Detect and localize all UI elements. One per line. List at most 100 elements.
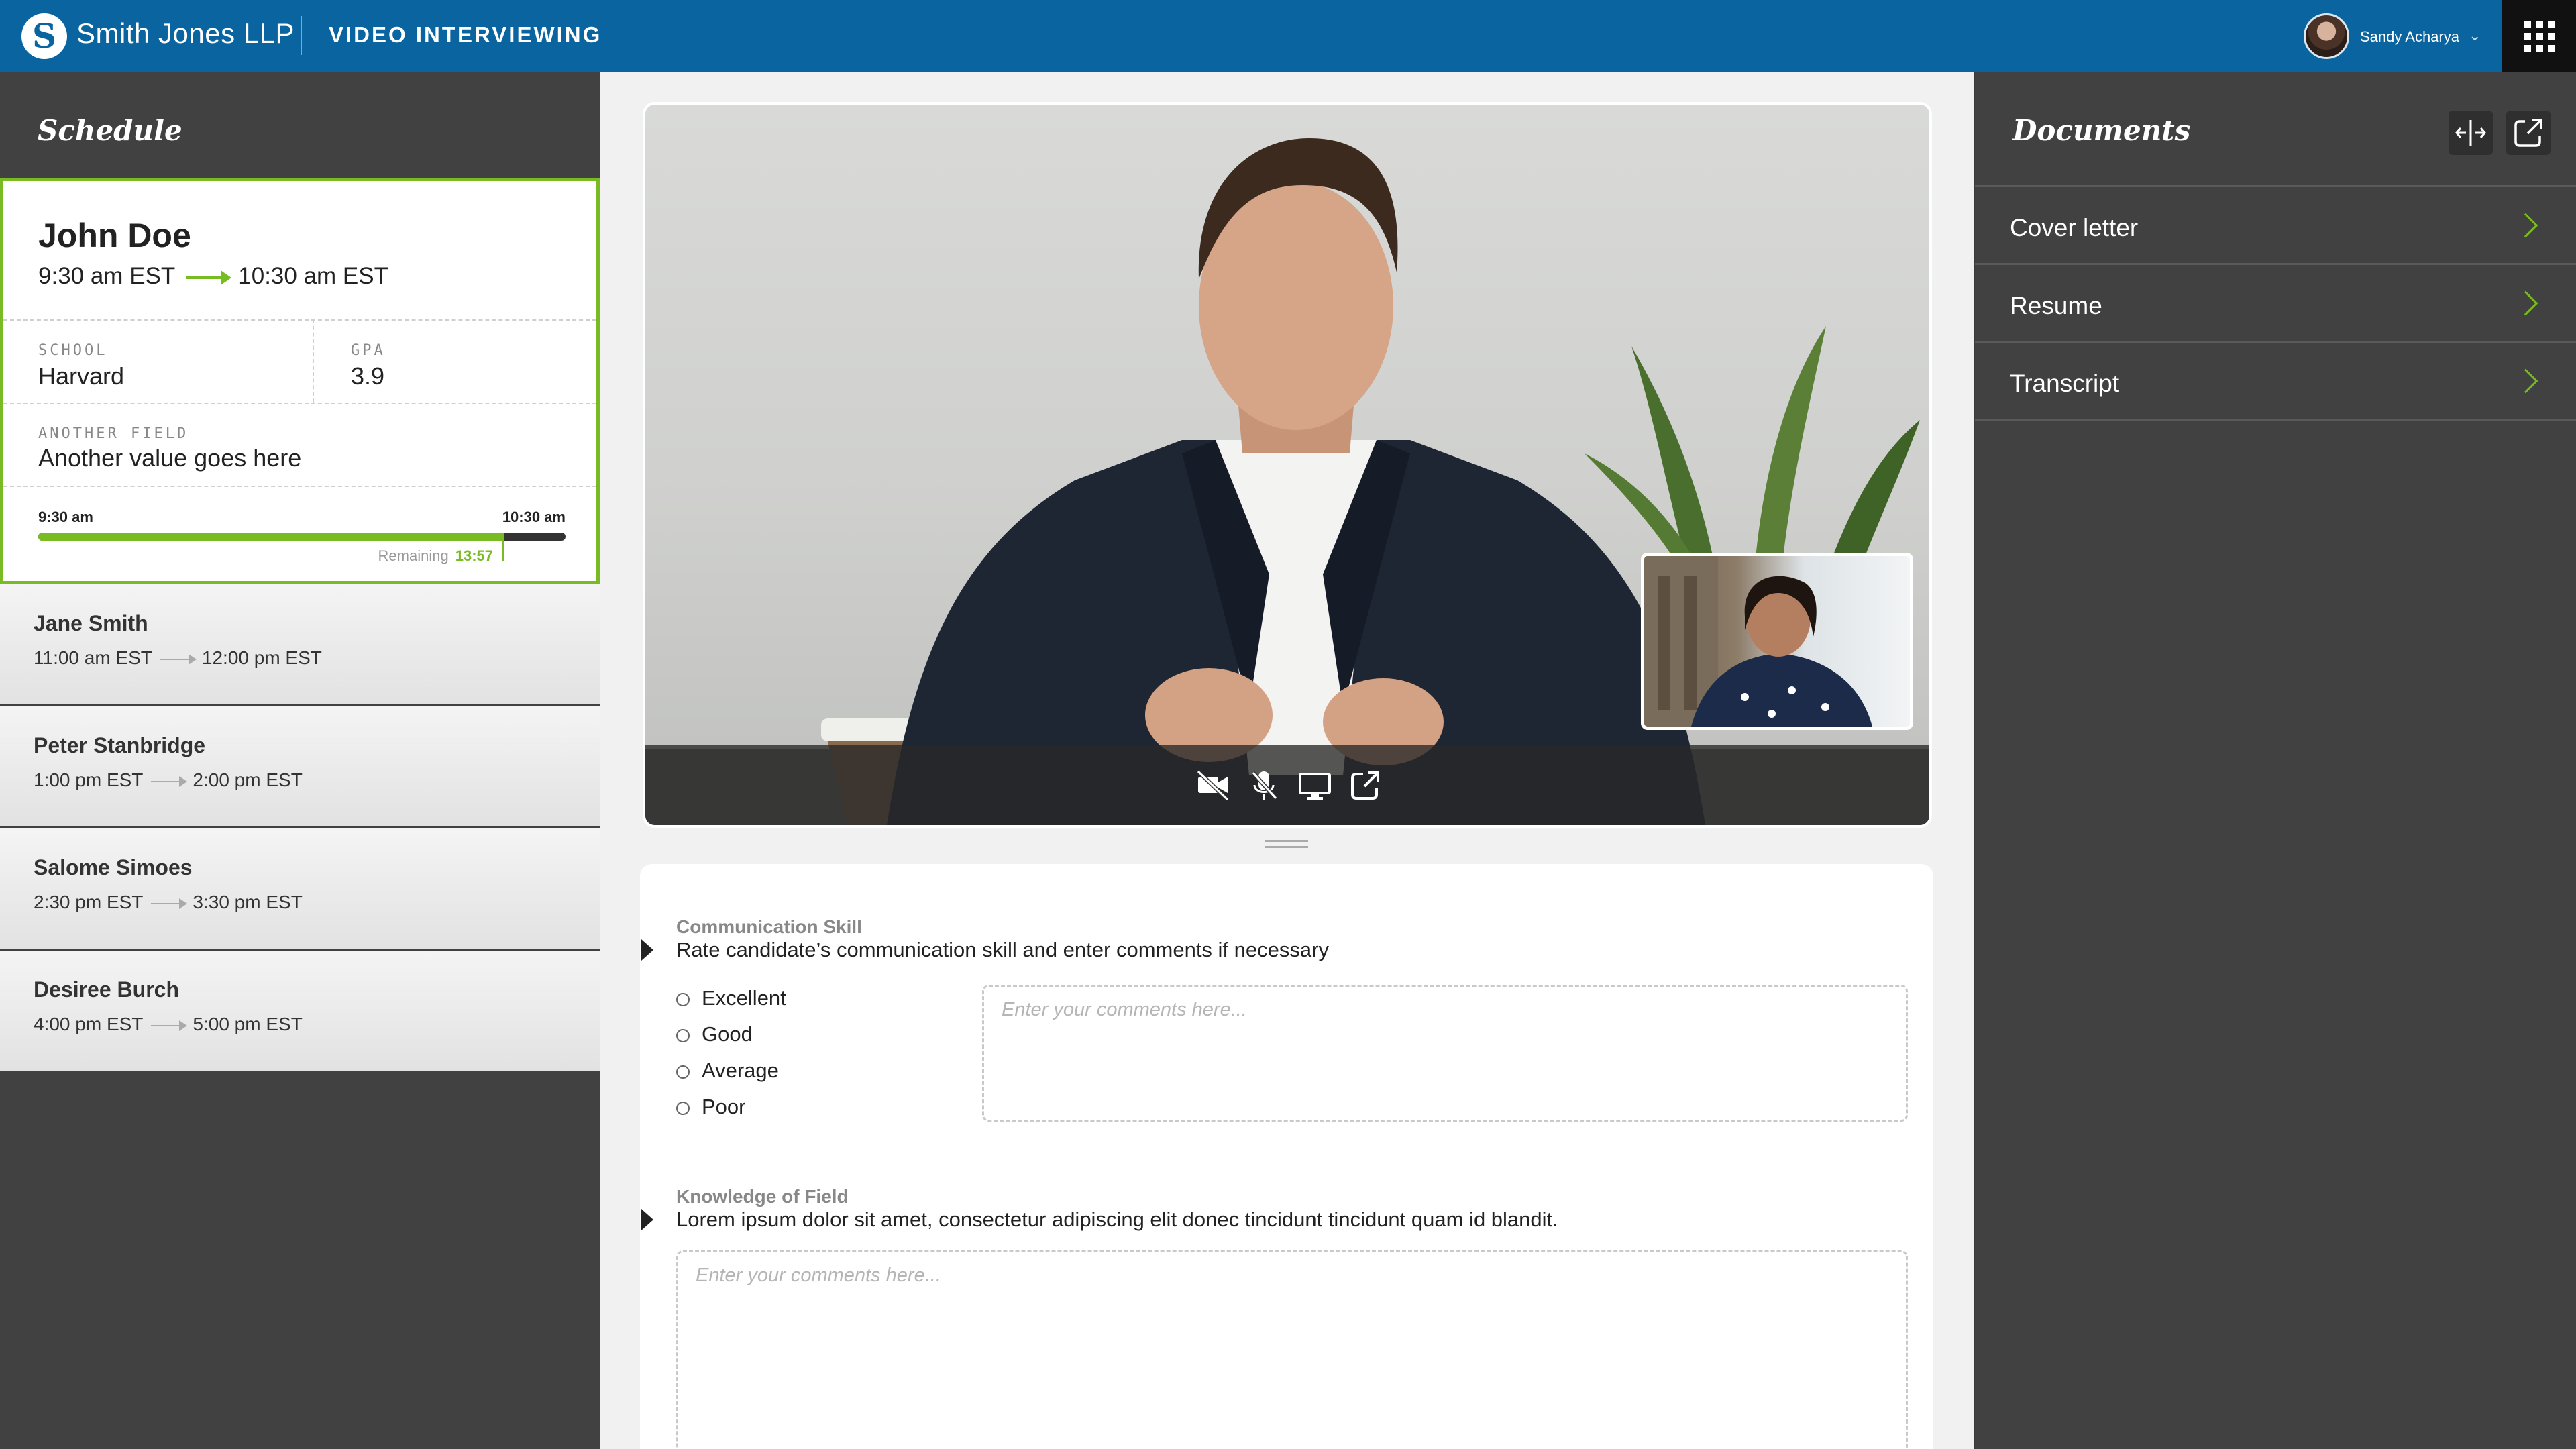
schedule-item-name: Jane Smith <box>34 611 148 635</box>
schedule-item-start: 1:00 pm EST <box>34 769 144 790</box>
rating-option-excellent[interactable]: Excellent <box>676 986 786 1010</box>
video-call <box>643 102 1932 828</box>
timeline-now-marker <box>502 533 504 561</box>
chevron-right-icon <box>2513 213 2538 238</box>
divider <box>3 319 596 321</box>
question-prompt: Lorem ipsum dolor sit amet, consectetur … <box>676 1208 1558 1231</box>
radio-icon[interactable] <box>676 1028 690 1042</box>
arrow-right-icon <box>186 270 232 285</box>
screen-share-icon[interactable] <box>1295 765 1335 805</box>
schedule-item-end: 2:00 pm EST <box>193 769 303 790</box>
schedule-item-start: 2:30 pm EST <box>34 892 144 912</box>
candidate-name: John Doe <box>38 217 191 254</box>
mic-off-icon[interactable] <box>1244 765 1284 805</box>
document-item-transcript[interactable]: Transcript <box>1975 343 2576 421</box>
schedule-item[interactable]: Desiree Burch 4:00 pm EST 5:00 pm EST <box>0 951 600 1073</box>
divider <box>3 486 596 487</box>
external-link-icon[interactable] <box>2506 111 2551 155</box>
field-value-gpa: 3.9 <box>351 362 385 390</box>
schedule-list: Jane Smith 11:00 am EST 12:00 pm EST Pete… <box>0 584 600 1073</box>
question-label: Communication Skill <box>676 916 862 937</box>
user-name[interactable]: Sandy Acharya <box>2360 28 2459 46</box>
schedule-item[interactable]: Salome Simoes 2:30 pm EST 3:30 pm EST <box>0 828 600 951</box>
schedule-item-end: 5:00 pm EST <box>193 1014 303 1034</box>
schedule-item-end: 3:30 pm EST <box>193 892 303 912</box>
schedule-item-name: Desiree Burch <box>34 977 179 1002</box>
remaining-label: Remaining <box>378 547 449 564</box>
field-value-school: Harvard <box>38 362 125 390</box>
chevron-down-icon[interactable]: ⌄ <box>2469 27 2481 44</box>
timeline-progress-bar <box>38 533 566 541</box>
schedule-item-name: Salome Simoes <box>34 855 193 879</box>
comment-box[interactable] <box>676 1250 1908 1449</box>
schedule-panel: Schedule John Doe 9:30 am EST 10:30 am ES… <box>0 72 600 1449</box>
schedule-item-start: 4:00 pm EST <box>34 1014 144 1034</box>
caret-right-icon[interactable] <box>641 939 653 961</box>
comment-input[interactable] <box>678 1252 1906 1449</box>
document-label: Resume <box>2010 292 2102 319</box>
schedule-item[interactable]: Jane Smith 11:00 am EST 12:00 pm EST <box>0 584 600 706</box>
time-remaining: Remaining 13:57 <box>378 547 493 565</box>
question-prompt: Rate candidate’s communication skill and… <box>676 938 1329 961</box>
firm-logo: S <box>21 13 67 59</box>
schedule-item-time: 11:00 am EST 12:00 pm EST <box>34 647 322 669</box>
apps-grid-icon[interactable] <box>2502 0 2576 72</box>
document-label: Cover letter <box>2010 214 2139 241</box>
rating-option-poor[interactable]: Poor <box>676 1095 745 1119</box>
rating-option-label: Poor <box>702 1095 746 1118</box>
header-divider <box>301 16 302 55</box>
document-item-cover-letter[interactable]: Cover letter <box>1975 187 2576 265</box>
evaluation-form: Communication Skill Rate candidate’s com… <box>640 864 1933 1449</box>
popout-icon[interactable] <box>1346 765 1386 805</box>
field-label-gpa: GPA <box>351 342 386 359</box>
start-time: 9:30 am EST <box>38 263 176 289</box>
divider <box>3 402 596 404</box>
divider <box>313 319 314 402</box>
active-interview-card[interactable]: John Doe 9:30 am EST 10:30 am EST SCHOOL … <box>0 178 600 584</box>
rating-option-label: Average <box>702 1059 779 1082</box>
document-list: Cover letter Resume Transcript <box>1975 185 2576 421</box>
camera-off-icon[interactable] <box>1193 765 1233 805</box>
rating-option-label: Excellent <box>702 986 786 1010</box>
schedule-item-name: Peter Stanbridge <box>34 733 206 757</box>
timeline-start: 9:30 am <box>38 508 93 525</box>
arrow-right-icon <box>160 653 197 665</box>
comment-input[interactable] <box>984 987 1906 1120</box>
schedule-item-time: 1:00 pm EST 2:00 pm EST <box>34 769 303 791</box>
radio-icon[interactable] <box>676 1101 690 1115</box>
schedule-item-end: 12:00 pm EST <box>201 647 322 668</box>
arrow-right-icon <box>151 775 188 787</box>
firm-name: Smith Jones LLP <box>76 17 295 49</box>
rating-option-average[interactable]: Average <box>676 1059 779 1083</box>
top-bar: S Smith Jones LLP VIDEO INTERVIEWING San… <box>0 0 2576 72</box>
user-avatar[interactable] <box>2304 13 2349 59</box>
schedule-item-time: 4:00 pm EST 5:00 pm EST <box>34 1014 303 1035</box>
schedule-item-time: 2:30 pm EST 3:30 pm EST <box>34 892 303 913</box>
rating-option-good[interactable]: Good <box>676 1022 753 1046</box>
radio-icon[interactable] <box>676 992 690 1006</box>
candidate-time: 9:30 am EST 10:30 am EST <box>38 263 388 290</box>
schedule-item[interactable]: Peter Stanbridge 1:00 pm EST 2:00 pm EST <box>0 706 600 828</box>
caret-right-icon[interactable] <box>641 1209 653 1230</box>
self-view-video[interactable] <box>1641 553 1913 730</box>
schedule-title: Schedule <box>38 114 182 147</box>
schedule-item-start: 11:00 am EST <box>34 647 152 668</box>
arrow-right-icon <box>151 898 188 909</box>
field-label-another: ANOTHER FIELD <box>38 425 189 442</box>
rating-option-label: Good <box>702 1022 753 1046</box>
field-value-another: Another value goes here <box>38 444 302 472</box>
radio-icon[interactable] <box>676 1065 690 1079</box>
document-label: Transcript <box>2010 370 2120 397</box>
documents-title: Documents <box>2012 114 2191 147</box>
document-item-resume[interactable]: Resume <box>1975 265 2576 343</box>
chevron-right-icon <box>2513 368 2538 394</box>
field-label-school: SCHOOL <box>38 342 108 359</box>
self-view-feed <box>1644 556 1872 727</box>
split-view-icon[interactable] <box>2449 111 2493 155</box>
remaining-value: 13:57 <box>455 547 493 564</box>
resize-handle[interactable] <box>1265 840 1308 848</box>
comment-box[interactable] <box>982 985 1908 1122</box>
documents-panel: Documents Cover letter Resume Transcript <box>1974 72 2576 1449</box>
video-controls-bar <box>645 745 1929 825</box>
app-title: VIDEO INTERVIEWING <box>329 22 602 47</box>
